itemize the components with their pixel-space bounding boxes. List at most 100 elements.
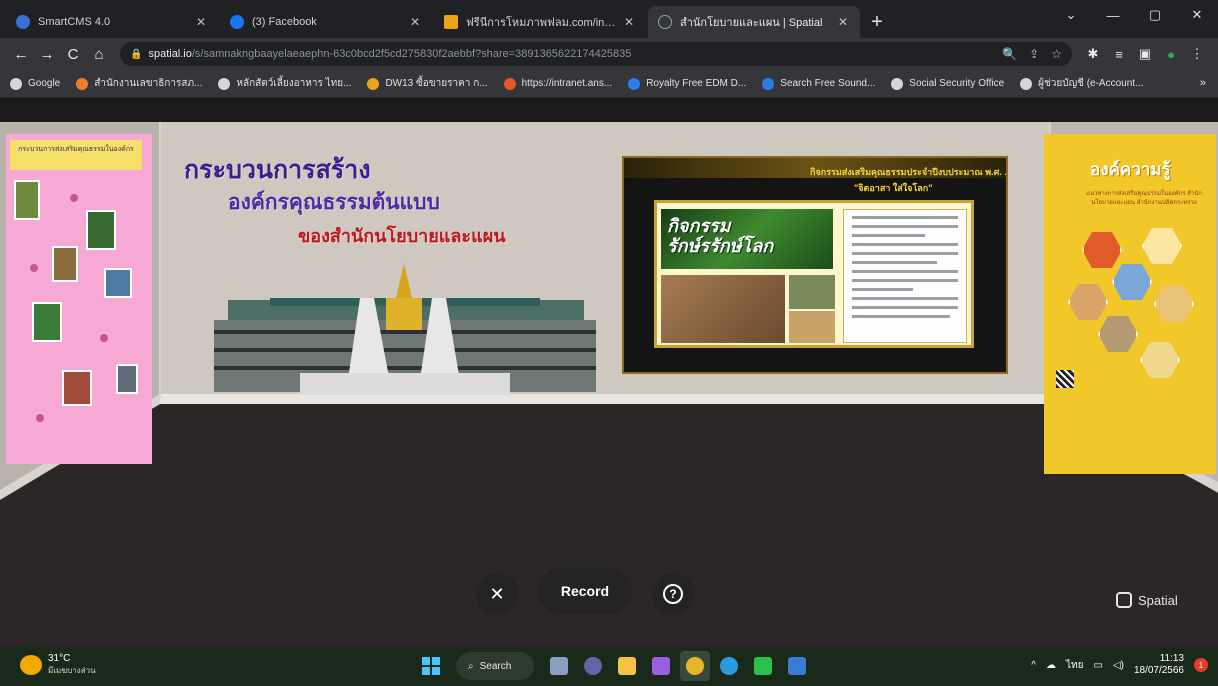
restore-button[interactable]: ▢ [1134, 0, 1176, 30]
teams-icon[interactable] [578, 651, 608, 681]
reading-list-icon[interactable]: ≡ [1106, 41, 1132, 67]
tab-strip: SmartCMS 4.0 ✕ (3) Facebook ✕ ฟรีนีการโห… [0, 0, 1218, 38]
activity-photo [789, 311, 835, 343]
right-poster-title: องค์ความรู้ [1090, 160, 1171, 180]
bookmark-item[interactable]: Search Free Sound... [762, 77, 875, 90]
center-poster-subtitle: "จิตอาสา ใส่ใจโลก" [854, 183, 933, 193]
more-bookmarks-icon[interactable]: » [1200, 77, 1206, 89]
qr-code [1056, 370, 1074, 388]
reload-button[interactable]: C [60, 41, 86, 67]
taskbar-search[interactable]: ⌕ Search [456, 652, 534, 680]
tab-smartcms[interactable]: SmartCMS 4.0 ✕ [6, 6, 218, 38]
center-poster-title: กิจกรรมส่งเสริมคุณธรรมประจำปีงบประมาณ พ.… [810, 167, 1008, 177]
spatial-logo[interactable]: Spatial [1116, 592, 1178, 608]
close-tab-icon[interactable]: ✕ [194, 15, 208, 29]
volume-icon[interactable]: ◁) [1113, 660, 1124, 671]
tab-title: (3) Facebook [252, 16, 317, 28]
bookmark-favicon-icon [762, 77, 775, 90]
close-tab-icon[interactable]: ✕ [408, 15, 422, 29]
screen: SmartCMS 4.0 ✕ (3) Facebook ✕ ฟรีนีการโห… [0, 0, 1218, 686]
virtual-gallery-room[interactable]: กระบวนการสร้าง องค์กรคุณธรรมต้นแบบ ของสำ… [0, 98, 1218, 647]
poster-hex-image [1068, 284, 1108, 320]
explorer-icon[interactable] [612, 651, 642, 681]
network-icon[interactable]: ▭ [1093, 660, 1102, 671]
paint-icon[interactable] [782, 651, 812, 681]
language-indicator[interactable]: ไทย [1066, 658, 1083, 673]
forward-button[interactable]: → [34, 41, 60, 67]
close-window-button[interactable]: ✕ [1176, 0, 1218, 30]
weather-widget[interactable]: 31°C มีเมฆบางส่วน [20, 653, 96, 677]
file-manager-icon[interactable] [544, 651, 574, 681]
right-poster-subtitle: แนวทางการส่งเสริมคุณธรรมในองค์กร สำนักนโ… [1086, 191, 1202, 206]
center-poster-panel: กิจกรรม รักษ์รรักษ์โลก [654, 200, 974, 348]
poster-photo [62, 370, 92, 406]
menu-icon[interactable]: ⋮ [1184, 41, 1210, 67]
video-icon[interactable] [646, 651, 676, 681]
share-icon[interactable]: ⇪ [1029, 47, 1039, 61]
bookmark-label: ผู้ช่วยบัญชี (e-Account... [1038, 78, 1144, 89]
poster-hex-image [1154, 286, 1194, 322]
bookmark-label: สำนักงานเลขาธิการสภ... [94, 78, 203, 89]
side-panel-icon[interactable]: ▣ [1132, 41, 1158, 67]
line-icon[interactable] [748, 651, 778, 681]
poster-dot [70, 194, 78, 202]
tab-spatial[interactable]: สำนักโยบายและแผน | Spatial ✕ [648, 6, 860, 38]
right-wall-poster[interactable]: องค์ความรู้ แนวทางการส่งเสริมคุณธรรมในอง… [1044, 134, 1216, 474]
lock-icon[interactable]: 🔒 [130, 49, 142, 60]
bookmark-item[interactable]: สำนักงานเลขาธิการสภ... [76, 76, 202, 91]
clock-time: 11:13 [1159, 653, 1184, 664]
bookmark-google[interactable]: Google [10, 77, 61, 90]
tray-overflow-icon[interactable]: ^ [1031, 660, 1036, 671]
globe-icon [891, 77, 904, 90]
bookmark-item[interactable]: Social Security Office [891, 77, 1004, 90]
system-tray: ^ ☁ ไทย ▭ ◁) 11:13 18/07/2566 1 [1031, 653, 1208, 677]
poster-hex-image [1140, 342, 1180, 378]
url-host: spatial.io [148, 48, 192, 60]
url-path: /s/samnakngbaayelaeaephn-63c0bcd2f5cd275… [191, 48, 632, 60]
zoom-icon[interactable]: 🔍 [1002, 47, 1017, 61]
tab-facebook[interactable]: (3) Facebook ✕ [220, 6, 432, 38]
poster-photo [32, 302, 62, 342]
bookmark-item[interactable]: หลักสัตว์เลี้ยงอาหาร ไทย... [218, 76, 351, 91]
left-wall-poster[interactable]: กระบวนการส่งเสริมคุณธรรมในองค์กร [6, 134, 152, 464]
center-wall-poster[interactable]: กิจกรรมส่งเสริมคุณธรรมประจำปีงบประมาณ พ.… [622, 156, 1008, 374]
minimize-button[interactable]: — [1092, 0, 1134, 30]
onedrive-icon[interactable]: ☁ [1046, 660, 1056, 671]
edge-icon[interactable] [714, 651, 744, 681]
new-tab-button[interactable]: + [862, 6, 892, 38]
poster-photo [14, 180, 40, 220]
search-label: Search [479, 660, 512, 672]
poster-dot [36, 414, 44, 422]
notification-badge[interactable]: 1 [1194, 658, 1208, 672]
weather-icon [20, 655, 42, 675]
bookmark-item[interactable]: https://intranet.ans... [503, 77, 612, 90]
google-icon [10, 77, 22, 90]
close-tab-icon[interactable]: ✕ [836, 15, 850, 29]
home-button[interactable]: ⌂ [86, 41, 112, 67]
activity-photo [661, 275, 785, 343]
clock[interactable]: 11:13 18/07/2566 [1134, 653, 1184, 677]
start-button[interactable] [416, 651, 446, 681]
room-geometry [0, 98, 1218, 647]
globe-icon [218, 77, 231, 90]
close-button[interactable]: ✕ [476, 573, 518, 615]
tab-index[interactable]: ฟรีนีการโหมภาพฟลม.com/index ✕ [434, 6, 646, 38]
bookmark-item[interactable]: DW13 ซื้อขายราคา ก... [367, 76, 488, 91]
help-button[interactable]: ? [652, 573, 694, 615]
bookmark-star-icon[interactable]: ☆ [1051, 47, 1062, 61]
chrome-icon[interactable] [680, 651, 710, 681]
bookmark-label: Google [28, 78, 61, 89]
back-button[interactable]: ← [8, 41, 34, 67]
headline-line-2: องค์กรคุณธรรมต้นแบบ [228, 189, 440, 214]
bookmark-item[interactable]: Royalty Free EDM D... [628, 77, 746, 90]
activity-title: กิจกรรม รักษ์รรักษ์โลก [667, 216, 774, 257]
profile-icon[interactable]: ● [1158, 41, 1184, 67]
browser-toolbar: ← → C ⌂ 🔒 spatial.io /s/samnakngbaayelae… [0, 38, 1218, 70]
close-tab-icon[interactable]: ✕ [622, 15, 636, 29]
bookmark-item[interactable]: ผู้ช่วยบัญชี (e-Account... [1020, 76, 1143, 91]
address-bar[interactable]: 🔒 spatial.io /s/samnakngbaayelaeaephn-63… [120, 42, 1072, 66]
record-button[interactable]: Record [538, 568, 632, 614]
tab-search-icon[interactable]: ⌄ [1050, 0, 1092, 30]
poster-photo [52, 246, 78, 282]
extensions-icon[interactable]: ✱ [1080, 41, 1106, 67]
